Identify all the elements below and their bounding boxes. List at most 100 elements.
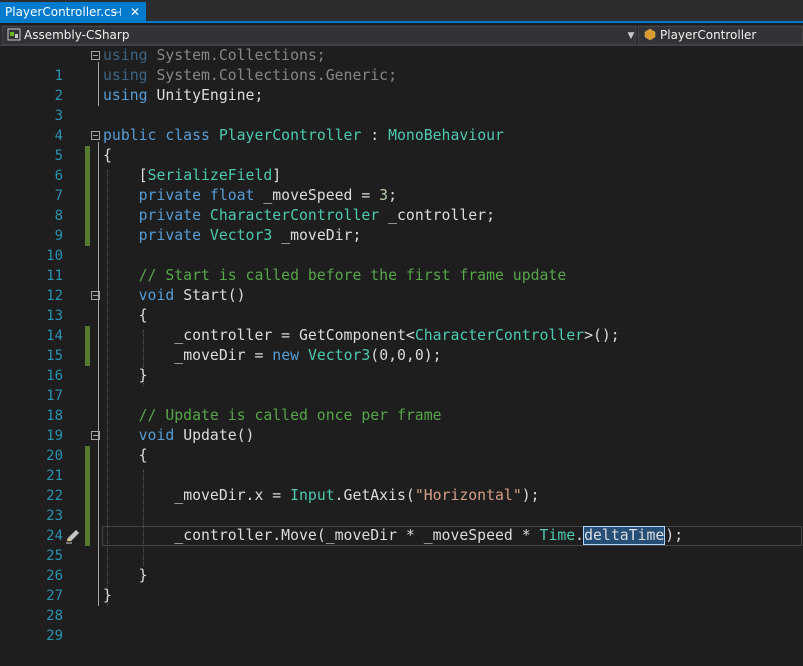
close-icon[interactable]: ✕ xyxy=(130,2,140,23)
keyword: public class xyxy=(103,127,210,144)
collapse-icon[interactable] xyxy=(91,431,100,440)
type-name: Vector3 xyxy=(209,227,273,244)
code-line[interactable]: 3 using UnityEngine; xyxy=(0,86,803,124)
code-text: System.Collections.Generic; xyxy=(147,67,397,84)
code-text: _moveDir; xyxy=(272,227,362,244)
code-text: Update() xyxy=(174,427,255,444)
code-line[interactable]: 14 { xyxy=(0,306,803,344)
comment: // Start is called before the first fram… xyxy=(138,267,567,284)
code-line[interactable]: 7 [SerializeField] xyxy=(0,166,803,204)
code-line[interactable]: 18 xyxy=(0,386,803,424)
code-text: { xyxy=(103,147,112,164)
pin-icon[interactable]: ⊣ xyxy=(112,2,122,23)
code-text: { xyxy=(138,307,148,324)
collapse-icon[interactable] xyxy=(91,291,100,300)
csharp-project-icon xyxy=(7,28,21,41)
code-line[interactable]: 23 _moveDir.x = Input.GetAxis("Horizonta… xyxy=(0,486,803,524)
code-line[interactable]: 29 xyxy=(0,606,803,644)
keyword: void xyxy=(138,427,175,444)
code-text: } xyxy=(103,587,112,604)
code-line[interactable]: 9 private CharacterController _controlle… xyxy=(0,206,803,244)
code-line[interactable]: 5 public class PlayerController : MonoBe… xyxy=(0,126,803,164)
code-line[interactable]: 22 xyxy=(0,466,803,504)
keyword: using xyxy=(103,47,148,64)
code-text: ); xyxy=(665,527,684,544)
code-text: ); xyxy=(521,487,540,504)
code-text: . xyxy=(575,527,585,544)
code-line[interactable]: 26 xyxy=(0,546,803,584)
keyword: new xyxy=(272,347,300,364)
code-text: ; xyxy=(388,187,398,204)
code-text: .GetAxis( xyxy=(334,487,415,504)
attribute-name: SerializeField xyxy=(147,167,273,184)
code-text: _controller; xyxy=(379,207,495,224)
class-dropdown[interactable]: PlayerController xyxy=(638,26,803,45)
code-text: (0,0,0); xyxy=(370,347,442,364)
code-line[interactable]: 21 { xyxy=(0,446,803,484)
code-line[interactable]: 20 void Update() xyxy=(0,426,803,464)
code-line[interactable]: 1 using System.Collections; xyxy=(0,46,803,84)
code-line[interactable]: 19 // Update is called once per frame xyxy=(0,406,803,444)
type-name: Time xyxy=(539,527,576,544)
number-literal: 3 xyxy=(379,187,389,204)
string-literal: "Horizontal" xyxy=(414,487,522,504)
code-text: _moveDir = xyxy=(174,347,273,364)
selected-text[interactable]: deltaTime xyxy=(583,526,666,545)
code-line[interactable]: 24 xyxy=(0,506,803,544)
code-line[interactable]: 11 xyxy=(0,246,803,284)
document-tab-strip: PlayerController.cs ⊣ ✕ xyxy=(0,0,803,23)
keyword: void xyxy=(138,287,175,304)
code-text: Start() xyxy=(174,287,246,304)
code-text: ] xyxy=(272,167,282,184)
comment: // Update is called once per frame xyxy=(138,407,442,424)
tab-title: PlayerController.cs xyxy=(5,5,117,19)
code-text: UnityEngine; xyxy=(147,87,264,104)
code-line[interactable]: 12 // Start is called before the first f… xyxy=(0,266,803,304)
type-name: CharacterController xyxy=(414,327,585,344)
keyword: using xyxy=(103,67,148,84)
line-number: 29 xyxy=(46,628,63,644)
code-line[interactable]: 8 private float _moveSpeed = 3; xyxy=(0,186,803,224)
code-editor[interactable]: 1 using System.Collections; 2 using Syst… xyxy=(0,46,803,644)
code-line[interactable]: 16 _moveDir = new Vector3(0,0,0); xyxy=(0,346,803,384)
code-text: : xyxy=(361,127,389,144)
type-name: Vector3 xyxy=(307,347,371,364)
code-line-current[interactable]: 25 _controller.Move(_moveDir * _moveSpee… xyxy=(0,526,803,564)
type-name: Input xyxy=(290,487,335,504)
navigation-bar: Assembly-CSharp ▼ PlayerController xyxy=(0,25,803,46)
keyword: private xyxy=(138,227,201,244)
type-name: MonoBehaviour xyxy=(388,127,504,144)
collapse-icon[interactable] xyxy=(91,131,100,140)
collapse-icon[interactable] xyxy=(91,51,100,60)
code-text: [ xyxy=(138,167,148,184)
code-line[interactable]: 15 _controller = GetComponent<CharacterC… xyxy=(0,326,803,364)
code-line[interactable]: 17 } xyxy=(0,366,803,404)
tab-playercontroller[interactable]: PlayerController.cs ⊣ ✕ xyxy=(0,2,146,23)
type-name: CharacterController xyxy=(209,207,380,224)
code-text: _moveSpeed = xyxy=(254,187,380,204)
chevron-down-icon[interactable]: ▼ xyxy=(625,29,637,44)
code-text: >(); xyxy=(584,327,620,344)
code-text: _controller = GetComponent< xyxy=(174,327,415,344)
code-text: _controller.Move(_moveDir * _moveSpeed * xyxy=(174,527,540,544)
class-name: PlayerController xyxy=(660,28,757,42)
code-line[interactable]: 27 } xyxy=(0,566,803,604)
keyword: private float xyxy=(138,187,255,204)
type-name: PlayerController xyxy=(218,127,362,144)
code-line[interactable]: 28 } xyxy=(0,586,803,624)
quick-actions-pen-icon[interactable] xyxy=(64,528,82,544)
project-name: Assembly-CSharp xyxy=(24,28,130,42)
project-dropdown[interactable]: Assembly-CSharp ▼ xyxy=(2,26,636,45)
keyword: using xyxy=(103,87,148,104)
code-line[interactable]: 13 void Start() xyxy=(0,286,803,324)
code-text: } xyxy=(138,367,148,384)
class-icon xyxy=(644,28,656,41)
code-line[interactable]: 10 private Vector3 _moveDir; xyxy=(0,226,803,264)
code-line[interactable]: 6 { xyxy=(0,146,803,184)
code-line[interactable]: 4 xyxy=(0,106,803,144)
code-line[interactable]: 2 using System.Collections.Generic; xyxy=(0,66,803,104)
